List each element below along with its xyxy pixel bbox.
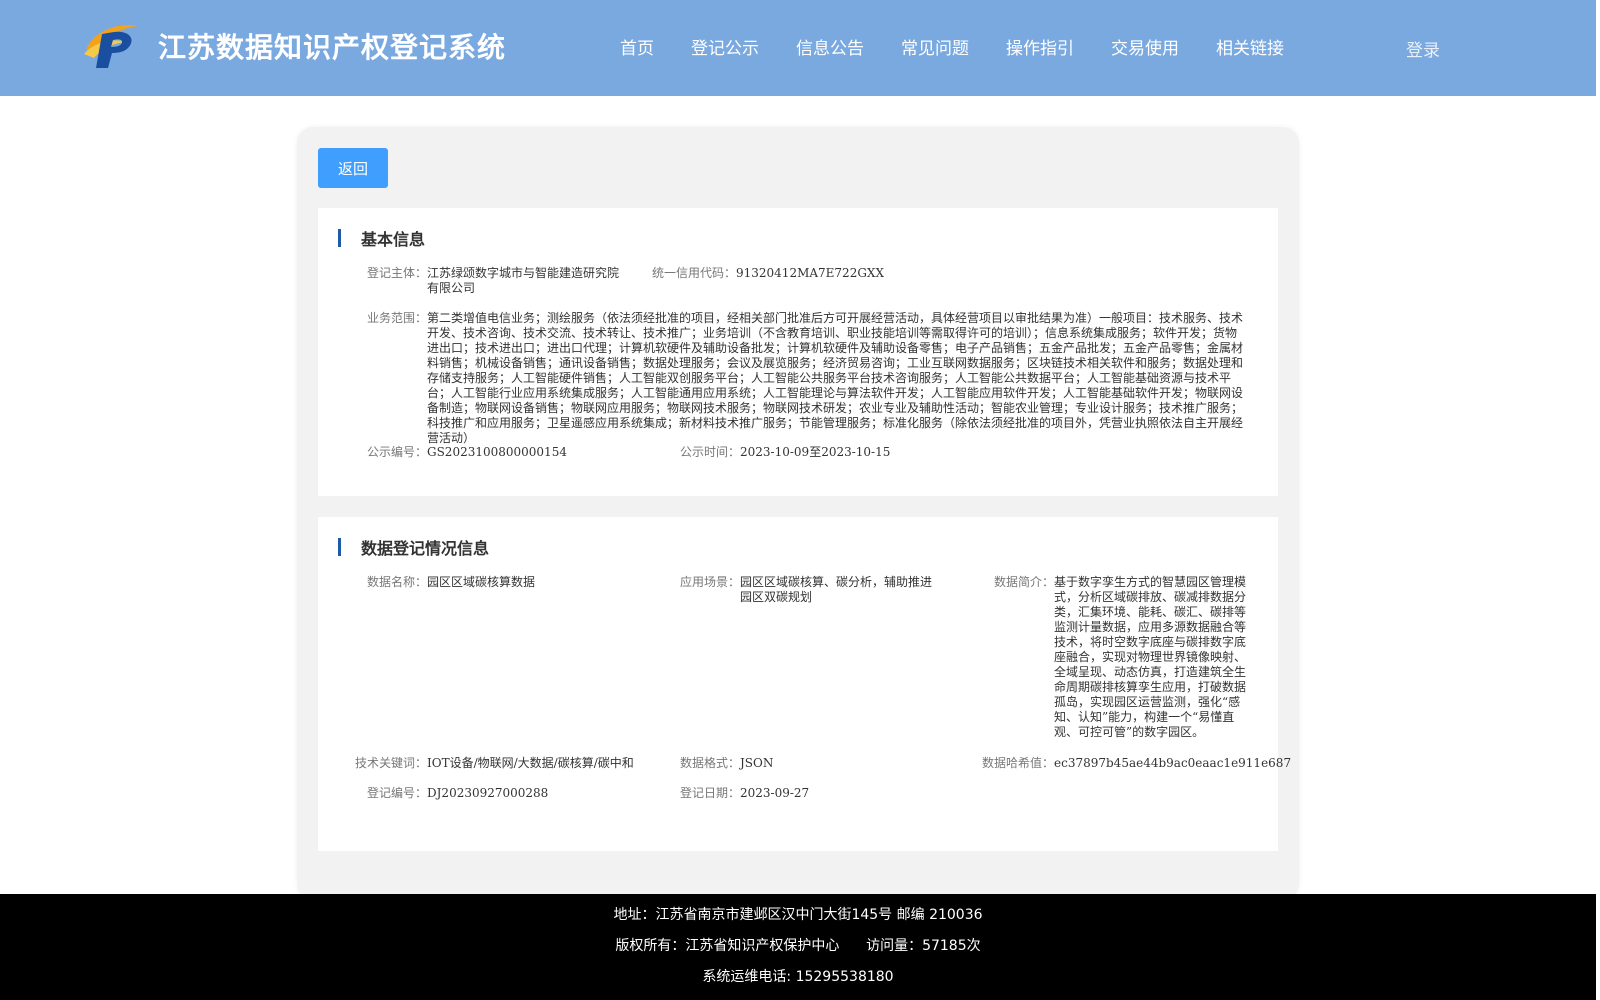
scope-label: 业务范围：: [366, 311, 427, 325]
format-value: JSON: [740, 756, 774, 770]
data-info-title: 数据登记情况信息: [361, 539, 490, 558]
nav-faq[interactable]: 常见问题: [901, 34, 969, 59]
site-logo-icon[interactable]: [80, 20, 140, 70]
registrant-label: 登记主体：: [366, 266, 427, 280]
pub-time-label: 公示时间：: [679, 445, 740, 459]
registrant-value: 江苏绿颂数字城市与智能建造研究院有限公司: [427, 266, 620, 295]
nav-guide[interactable]: 操作指引: [1006, 34, 1074, 59]
pub-time-value: 2023-10-09至2023-10-15: [740, 445, 891, 459]
login-link[interactable]: 登录: [1406, 36, 1440, 61]
reg-date-value: 2023-09-27: [740, 786, 810, 800]
data-name-label: 数据名称：: [366, 575, 427, 589]
nav-registration-public[interactable]: 登记公示: [691, 34, 759, 59]
intro-value: 基于数字孪生方式的智慧园区管理模式，分析区域碳排放、碳减排数据分类，汇集环境、能…: [1054, 575, 1247, 739]
page-footer: 地址：江苏省南京市建邺区汉中门大街145号 邮编 210036 版权所有：江苏省…: [0, 894, 1596, 1000]
keywords-value: IOT设备/物联网/大数据/碳核算/碳中和: [427, 756, 634, 770]
format-label: 数据格式：: [679, 756, 740, 770]
section-accent-bar: [338, 229, 341, 247]
page-scrollbar[interactable]: [1596, 0, 1600, 1000]
hash-value: ec37897b45ae44b9ac0eaac1e911e687: [1054, 756, 1292, 770]
site-title[interactable]: 江苏数据知识产权登记系统: [158, 26, 506, 66]
main-nav: 首页 登记公示 信息公告 常见问题 操作指引 交易使用 相关链接: [620, 34, 1321, 59]
top-header: 江苏数据知识产权登记系统 首页 登记公示 信息公告 常见问题 操作指引 交易使用…: [0, 0, 1596, 96]
data-info-card: 数据登记情况信息 数据名称： 园区区域碳核算数据 应用场景： 园区区域碳核算、碳…: [318, 517, 1292, 851]
basic-info-title: 基本信息: [361, 230, 426, 249]
footer-phone: 系统运维电话: 15295538180: [702, 969, 894, 985]
nav-trade-use[interactable]: 交易使用: [1111, 34, 1179, 59]
nav-links[interactable]: 相关链接: [1216, 34, 1284, 59]
scene-value: 园区区域碳核算、碳分析，辅助推进园区双碳规划: [740, 575, 933, 604]
back-button[interactable]: 返回: [318, 148, 388, 188]
nav-announcements[interactable]: 信息公告: [796, 34, 864, 59]
scope-value: 第二类增值电信业务；测绘服务（依法须经批准的项目，经相关部门批准后方可开展经营活…: [427, 311, 1244, 445]
reg-no-label: 登记编号：: [366, 786, 427, 800]
scene-label: 应用场景：: [679, 575, 740, 589]
reg-date-label: 登记日期：: [679, 786, 740, 800]
keywords-label: 技术关键词：: [354, 756, 427, 770]
intro-label: 数据简介：: [993, 575, 1054, 589]
data-info-header: 数据登记情况信息: [338, 537, 490, 558]
data-name-value: 园区区域碳核算数据: [427, 575, 536, 589]
basic-info-card: 基本信息 登记主体： 江苏绿颂数字城市与智能建造研究院有限公司 统一信用代码： …: [318, 208, 1278, 496]
footer-address: 地址：江苏省南京市建邺区汉中门大街145号 邮编 210036: [613, 907, 983, 923]
credit-code-value: 91320412MA7E722GXX: [736, 266, 885, 280]
section-accent-bar: [338, 538, 341, 556]
basic-info-header: 基本信息: [338, 228, 426, 249]
reg-no-value: DJ20230927000288: [427, 786, 549, 800]
pub-no-label: 公示编号：: [366, 445, 427, 459]
credit-code-label: 统一信用代码：: [651, 266, 736, 280]
hash-label: 数据哈希值：: [981, 756, 1054, 770]
nav-home[interactable]: 首页: [620, 34, 654, 59]
footer-copyright: 版权所有：江苏省知识产权保护中心 访问量：57185次: [615, 938, 981, 954]
pub-no-value: GS2023100800000154: [427, 445, 567, 459]
